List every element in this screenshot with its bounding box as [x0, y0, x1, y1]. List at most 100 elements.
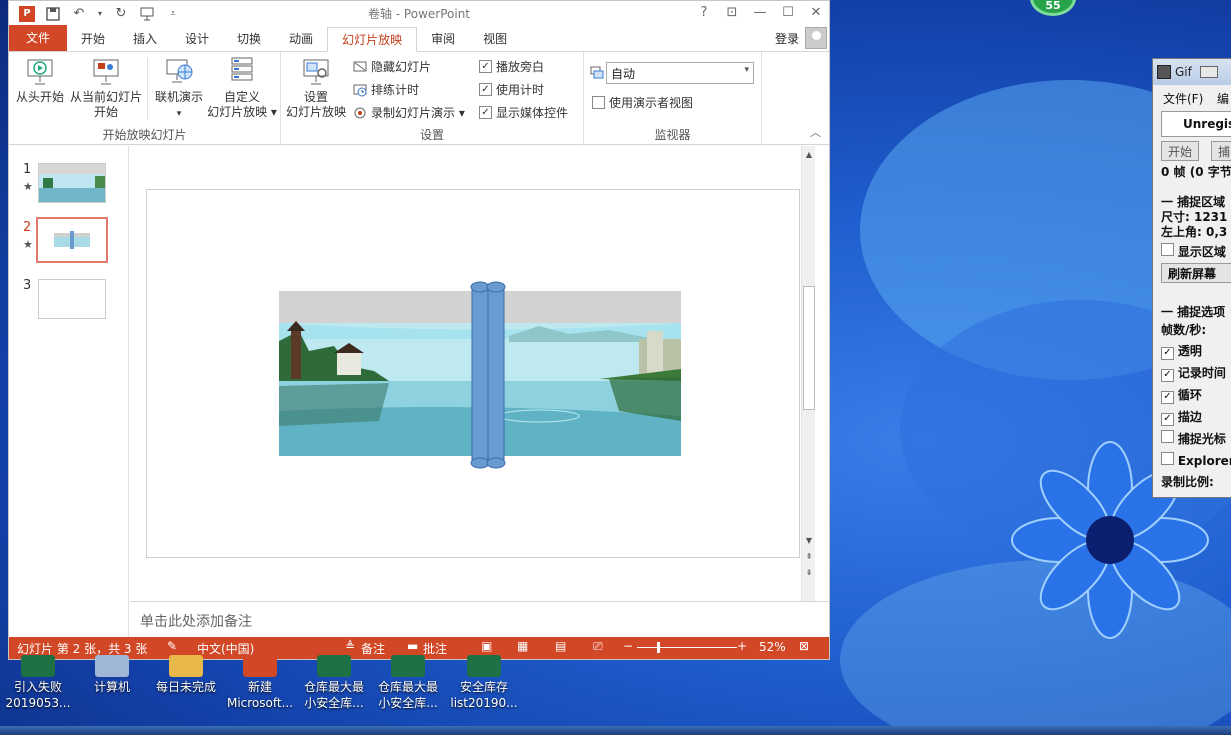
- help-icon[interactable]: ?: [695, 3, 713, 21]
- close-icon[interactable]: ✕: [807, 3, 825, 21]
- scrollbar-thumb[interactable]: [803, 286, 815, 410]
- tab-home[interactable]: 开始: [67, 27, 119, 51]
- slide-thumbnail-2[interactable]: 2 ★: [9, 217, 129, 270]
- gif-refresh-button[interactable]: 刷新屏幕: [1161, 263, 1231, 283]
- gif-menu-edit[interactable]: 编: [1217, 90, 1229, 107]
- tab-slideshow[interactable]: 幻灯片放映: [327, 27, 418, 52]
- excel-file-icon: [391, 655, 425, 677]
- group-start-slideshow: 从头开始 从当前幻灯片 开始 联机演示 ▾ 自定义 幻灯片放映 ▾ 开始放映幻灯…: [9, 52, 281, 145]
- slide-number: 2: [23, 220, 32, 235]
- start-from-beginning-icon[interactable]: [139, 6, 155, 22]
- tab-view[interactable]: 视图: [469, 27, 521, 51]
- from-beginning-button[interactable]: 从头开始: [13, 56, 67, 105]
- desktop-icon-label-2: Microsoft...: [226, 696, 294, 710]
- presenter-view-label: 使用演示者视图: [609, 96, 694, 110]
- use-timings-checkbox[interactable]: ✓ 使用计时: [479, 81, 544, 98]
- desktop-icon-label: 仓库最大最: [377, 680, 438, 694]
- fit-slide-icon[interactable]: ⊠: [799, 639, 809, 653]
- tab-design[interactable]: 设计: [171, 27, 223, 51]
- next-slide-icon[interactable]: ⇟: [802, 566, 816, 580]
- avatar[interactable]: [805, 27, 827, 49]
- powerpoint-file-icon: [243, 655, 277, 677]
- normal-view-icon[interactable]: ▣: [481, 639, 492, 653]
- login-link[interactable]: 登录: [775, 30, 799, 47]
- collapse-ribbon-icon[interactable]: ︿: [810, 124, 821, 140]
- gif-minimize-icon[interactable]: [1199, 66, 1218, 78]
- gif-opt-cursor[interactable]: 捕捉光标: [1161, 430, 1226, 447]
- excel-file-icon: [317, 655, 351, 677]
- slide-thumbnail-3[interactable]: 3: [9, 278, 129, 328]
- gif-menu-file[interactable]: 文件(F): [1163, 90, 1203, 107]
- from-current-button[interactable]: 从当前幻灯片 开始: [67, 56, 145, 120]
- current-slide[interactable]: [146, 189, 800, 558]
- scroll-down-icon[interactable]: ▼: [802, 534, 816, 548]
- monitor-icon: [590, 66, 604, 80]
- maximize-icon[interactable]: ☐: [779, 3, 797, 21]
- undo-icon[interactable]: ↶: [71, 6, 87, 22]
- hide-slide-label: 隐藏幻灯片: [371, 60, 432, 74]
- gif-start-button[interactable]: 开始: [1161, 141, 1200, 161]
- gif-record-ratio: 录制比例:: [1161, 475, 1214, 489]
- zoom-out-button[interactable]: −: [623, 639, 633, 653]
- slide-thumbnail-image: [38, 279, 106, 319]
- gif-show-area-checkbox[interactable]: 显示区域: [1161, 243, 1226, 260]
- slideshow-view-icon[interactable]: ⎚: [593, 639, 603, 654]
- zoom-level[interactable]: 52%: [759, 640, 786, 654]
- customize-qat-icon[interactable]: ⩡: [165, 6, 181, 22]
- zoom-slider-thumb[interactable]: [657, 642, 660, 653]
- desktop-icon-warehouse-2[interactable]: 仓库最大最 小安全库...: [370, 655, 446, 711]
- desktop-icon-warehouse-1[interactable]: 仓库最大最 小安全库...: [296, 655, 372, 711]
- desktop-icon-safety-stock[interactable]: 安全库存 list20190...: [446, 655, 522, 711]
- online-present-button[interactable]: 联机演示 ▾: [151, 56, 207, 122]
- gif-opt-transparent[interactable]: ✓ 透明: [1161, 342, 1202, 360]
- proofing-icon[interactable]: ✎: [167, 639, 177, 653]
- slide-thumbnail-pane: 1 ★ 2 ★ 3: [9, 146, 129, 638]
- zoom-in-button[interactable]: +: [737, 639, 747, 653]
- tab-transitions[interactable]: 切换: [223, 27, 275, 51]
- minimize-icon[interactable]: —: [751, 3, 769, 21]
- desktop-icon-computer[interactable]: 计算机: [74, 655, 150, 695]
- gif-opt-loop[interactable]: ✓ 循环: [1161, 386, 1202, 404]
- gif-capture-button[interactable]: 捕: [1211, 141, 1231, 161]
- vertical-scrollbar[interactable]: ▲ ▼ ⇞ ⇟: [801, 146, 815, 601]
- powerpoint-window: P ↶ ▾ ↻ ⩡ 卷轴 - PowerPoint ? ⊡ — ☐ ✕ 文件 开…: [8, 0, 830, 660]
- rehearse-timings-button[interactable]: 排练计时: [353, 81, 419, 98]
- hide-slide-button[interactable]: 隐藏幻灯片: [353, 58, 431, 75]
- redo-icon[interactable]: ↻: [113, 6, 129, 22]
- tab-file[interactable]: 文件: [9, 25, 67, 51]
- gif-opt-loop-label: 循环: [1177, 388, 1202, 402]
- gif-show-area: 显示区域: [1177, 245, 1226, 259]
- save-icon[interactable]: [45, 6, 61, 22]
- slide-thumbnail-image: [38, 163, 106, 203]
- monitor-select[interactable]: 自动 ▾: [606, 62, 754, 84]
- tab-animations[interactable]: 动画: [275, 27, 327, 51]
- scroll-shape[interactable]: [470, 281, 508, 469]
- setup-slideshow-button[interactable]: 设置 幻灯片放映: [283, 56, 349, 120]
- desktop-icon-import-failed[interactable]: 引入失败 2019053...: [0, 655, 76, 711]
- gif-opt-explorer[interactable]: Explorer: [1161, 452, 1231, 468]
- play-narrations-checkbox[interactable]: ✓ 播放旁白: [479, 58, 544, 75]
- gif-capture-options: 一 捕捉选项: [1161, 305, 1226, 319]
- record-slideshow-button[interactable]: 录制幻灯片演示 ▾: [353, 104, 465, 121]
- notes-pane[interactable]: 单击此处添加备注: [130, 601, 829, 638]
- computer-icon: [95, 655, 129, 677]
- previous-slide-icon[interactable]: ⇞: [802, 550, 816, 564]
- custom-slideshow-button[interactable]: 自定义 幻灯片放映 ▾: [205, 56, 279, 120]
- gif-opt-outline[interactable]: ✓ 描边: [1161, 408, 1202, 426]
- zoom-slider-track[interactable]: [637, 647, 737, 648]
- desktop-icon-daily-unfinished[interactable]: 每日未完成: [148, 655, 224, 695]
- reading-view-icon[interactable]: ▤: [555, 639, 566, 653]
- show-media-controls-checkbox[interactable]: ✓ 显示媒体控件: [479, 104, 568, 121]
- slide-sorter-icon[interactable]: ▦: [517, 639, 528, 653]
- desktop-icon-new-microsoft[interactable]: 新建 Microsoft...: [222, 655, 298, 711]
- online-present-dropdown: ▾: [176, 109, 182, 119]
- ribbon-display-icon[interactable]: ⊡: [723, 3, 741, 21]
- undo-dropdown-icon[interactable]: ▾: [97, 6, 103, 22]
- taskbar[interactable]: [0, 726, 1231, 735]
- presenter-view-checkbox[interactable]: 使用演示者视图: [592, 94, 693, 111]
- tab-review[interactable]: 审阅: [417, 27, 469, 51]
- tab-insert[interactable]: 插入: [119, 27, 171, 51]
- slide-thumbnail-1[interactable]: 1 ★: [9, 162, 129, 212]
- gif-opt-record-time[interactable]: ✓ 记录时间: [1161, 364, 1226, 382]
- scroll-up-icon[interactable]: ▲: [802, 148, 816, 162]
